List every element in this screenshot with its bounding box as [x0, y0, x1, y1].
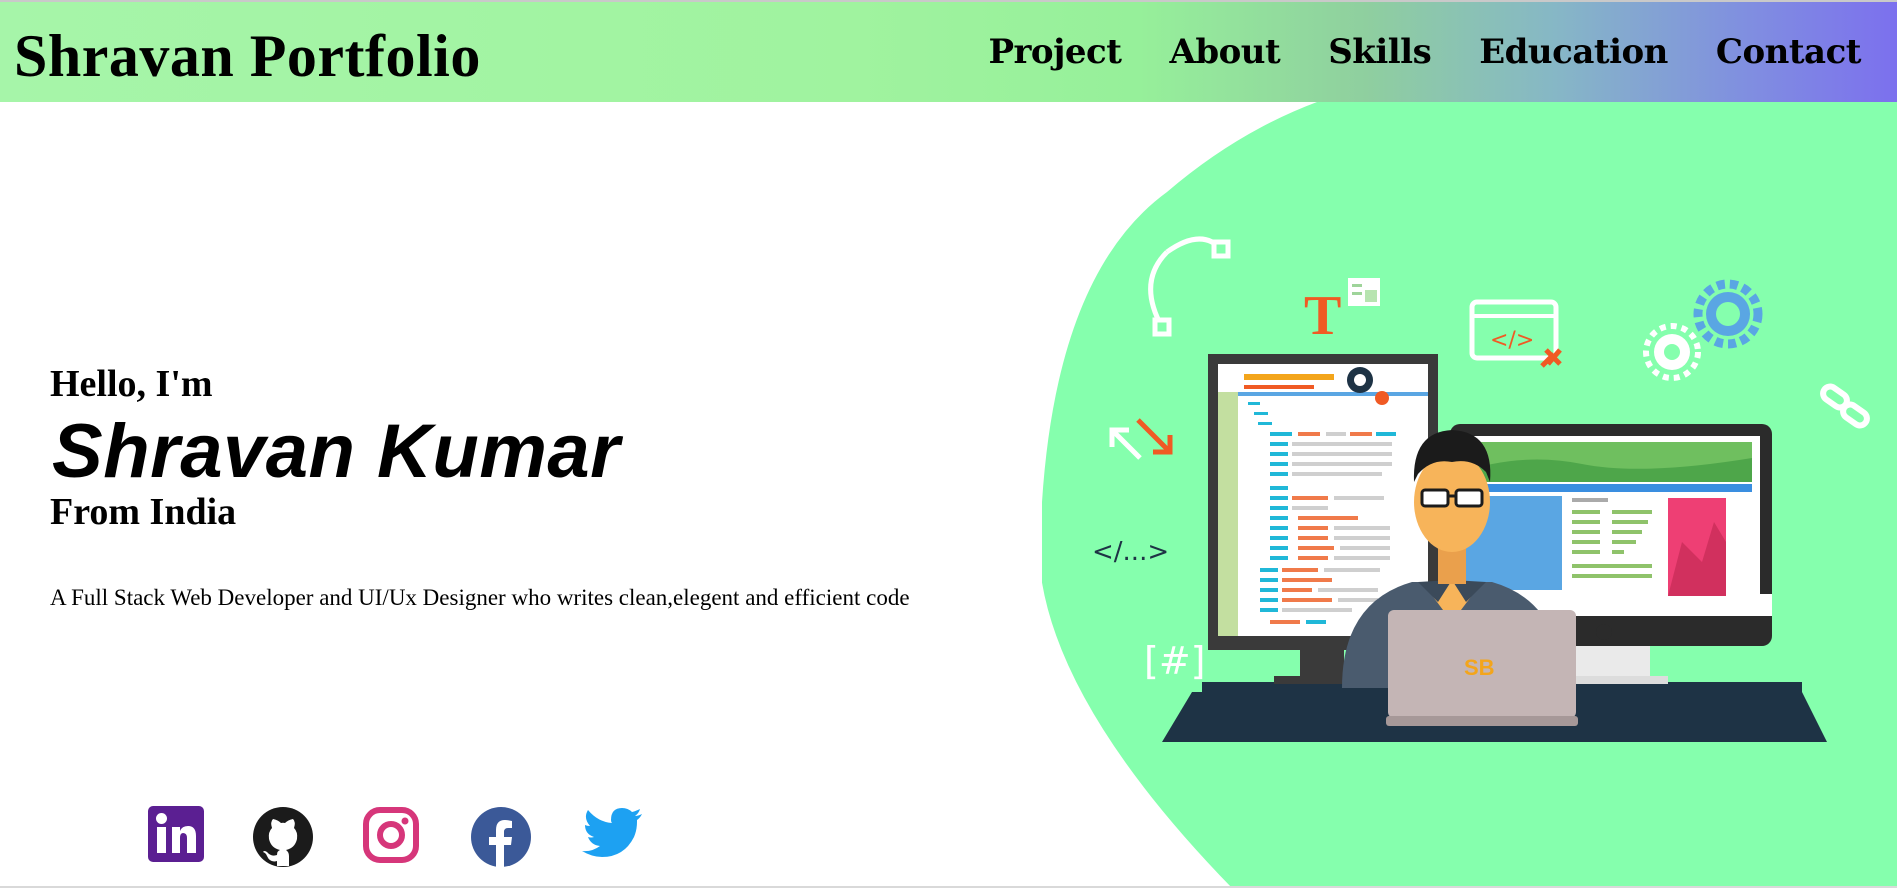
nav-link-education[interactable]: Education [1479, 30, 1668, 74]
hero-greeting: Hello, I'm [50, 363, 213, 405]
github-icon[interactable] [252, 806, 313, 867]
nav-link-skills[interactable]: Skills [1328, 30, 1432, 74]
type-icon: T [1304, 285, 1341, 347]
chain-link-icon [1820, 383, 1870, 429]
facebook-icon[interactable] [470, 806, 531, 867]
code-tag-text: </...> [1092, 537, 1169, 567]
nav-link-about[interactable]: About [1169, 30, 1280, 74]
laptop-logo: SB [1464, 655, 1495, 680]
nav-link-project[interactable]: Project [988, 30, 1122, 74]
hero-description: A Full Stack Web Developer and UI/Ux Des… [50, 585, 910, 610]
resize-arrows-icon [1109, 418, 1173, 460]
twitter-icon[interactable] [580, 806, 642, 866]
linkedin-icon[interactable] [148, 806, 208, 866]
hash-tag-text: [#] [1144, 639, 1206, 683]
instagram-icon[interactable] [362, 806, 422, 866]
bezier-curve-icon [1148, 236, 1231, 337]
site-brand[interactable]: Shravan Portfolio [14, 24, 481, 88]
gear-icon [1643, 279, 1763, 381]
hero-name: Shravan Kumar [52, 409, 621, 494]
main-nav: Project About Skills Education Contact [940, 30, 1861, 74]
laptop: SB [1386, 610, 1578, 726]
developer-illustration: </...> [#] T </> SB [1092, 236, 1870, 742]
nav-link-contact[interactable]: Contact [1716, 30, 1862, 74]
svg-text:</>: </> [1490, 328, 1534, 353]
top-navbar: Shravan Portfolio Project About Skills E… [0, 0, 1897, 102]
hero-location: From India [50, 491, 237, 533]
browser-code-icon: </> [1469, 299, 1562, 368]
